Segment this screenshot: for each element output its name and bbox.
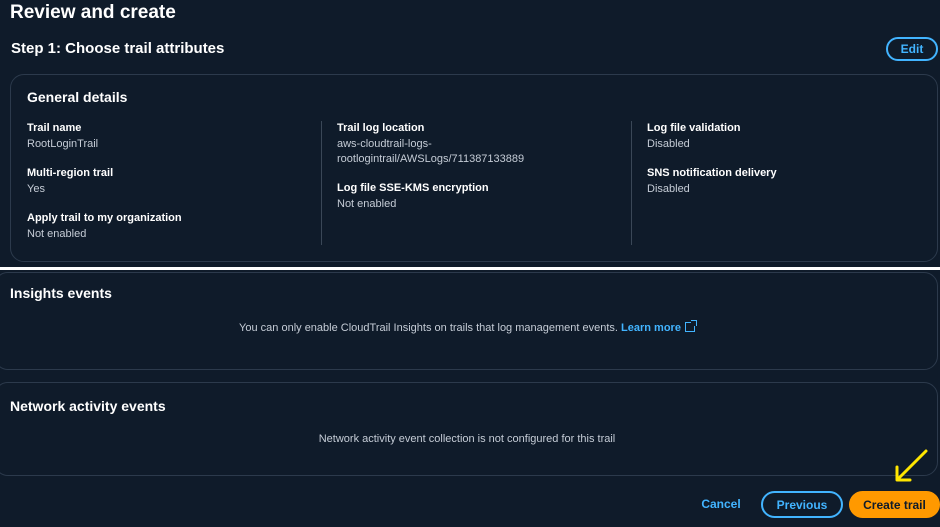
general-details-title: General details [27,89,128,105]
field-label: Trail name [27,122,82,134]
insights-message-text: You can only enable CloudTrail Insights … [239,322,618,334]
field-label: Trail log location [337,122,425,134]
field-value-line-2: rootlogintrail/AWSLogs/711387133889 [337,153,525,165]
field-value: Disabled [647,183,690,195]
field-value: Not enabled [337,198,397,210]
field-sse-kms: Log file SSE-KMS encryption Not enabled [337,181,617,212]
network-activity-panel: Network activity events Network activity… [0,382,938,476]
create-trail-button[interactable]: Create trail [849,491,940,518]
details-column-3: Log file validation Disabled SNS notific… [647,121,927,211]
edit-button[interactable]: Edit [886,37,938,61]
insights-events-title: Insights events [10,285,112,301]
column-divider [631,121,632,245]
cancel-button[interactable]: Cancel [697,491,745,517]
review-and-create-page: Review and create Step 1: Choose trail a… [0,0,940,527]
field-sns-delivery: SNS notification delivery Disabled [647,166,927,197]
field-value: Not enabled [27,228,87,240]
field-value: Disabled [647,138,690,150]
field-log-location: Trail log location aws-cloudtrail-logs- … [337,121,617,167]
field-trail-name: Trail name RootLoginTrail [27,121,307,152]
field-value: RootLoginTrail [27,138,99,150]
details-column-1: Trail name RootLoginTrail Multi-region t… [27,121,307,256]
page-title: Review and create [10,2,176,23]
insights-events-panel: Insights events You can only enable Clou… [0,272,938,370]
column-divider [321,121,322,245]
field-multi-region: Multi-region trail Yes [27,166,307,197]
annotation-arrow-icon [895,449,928,482]
field-label: Apply trail to my organization [27,212,182,224]
field-apply-organization: Apply trail to my organization Not enabl… [27,211,307,242]
external-link-icon [684,320,697,332]
network-activity-message: Network activity event collection is not… [318,433,616,445]
general-details-panel: General details Trail name RootLoginTrai… [10,74,938,262]
field-value: Yes [27,183,45,195]
field-value-line-1: aws-cloudtrail-logs- [337,138,432,150]
section-separator [0,267,940,270]
step-title: Step 1: Choose trail attributes [11,40,225,57]
insights-message: You can only enable CloudTrail Insights … [0,320,939,334]
network-activity-title: Network activity events [10,398,166,414]
previous-button[interactable]: Previous [761,491,843,518]
field-label: SNS notification delivery [647,167,777,179]
field-label: Log file validation [647,122,741,134]
learn-more-label: Learn more [621,322,681,334]
field-log-validation: Log file validation Disabled [647,121,927,152]
field-label: Log file SSE-KMS encryption [337,182,489,194]
details-column-2: Trail log location aws-cloudtrail-logs- … [337,121,617,226]
field-label: Multi-region trail [27,167,114,179]
learn-more-link[interactable]: Learn more [621,320,697,334]
